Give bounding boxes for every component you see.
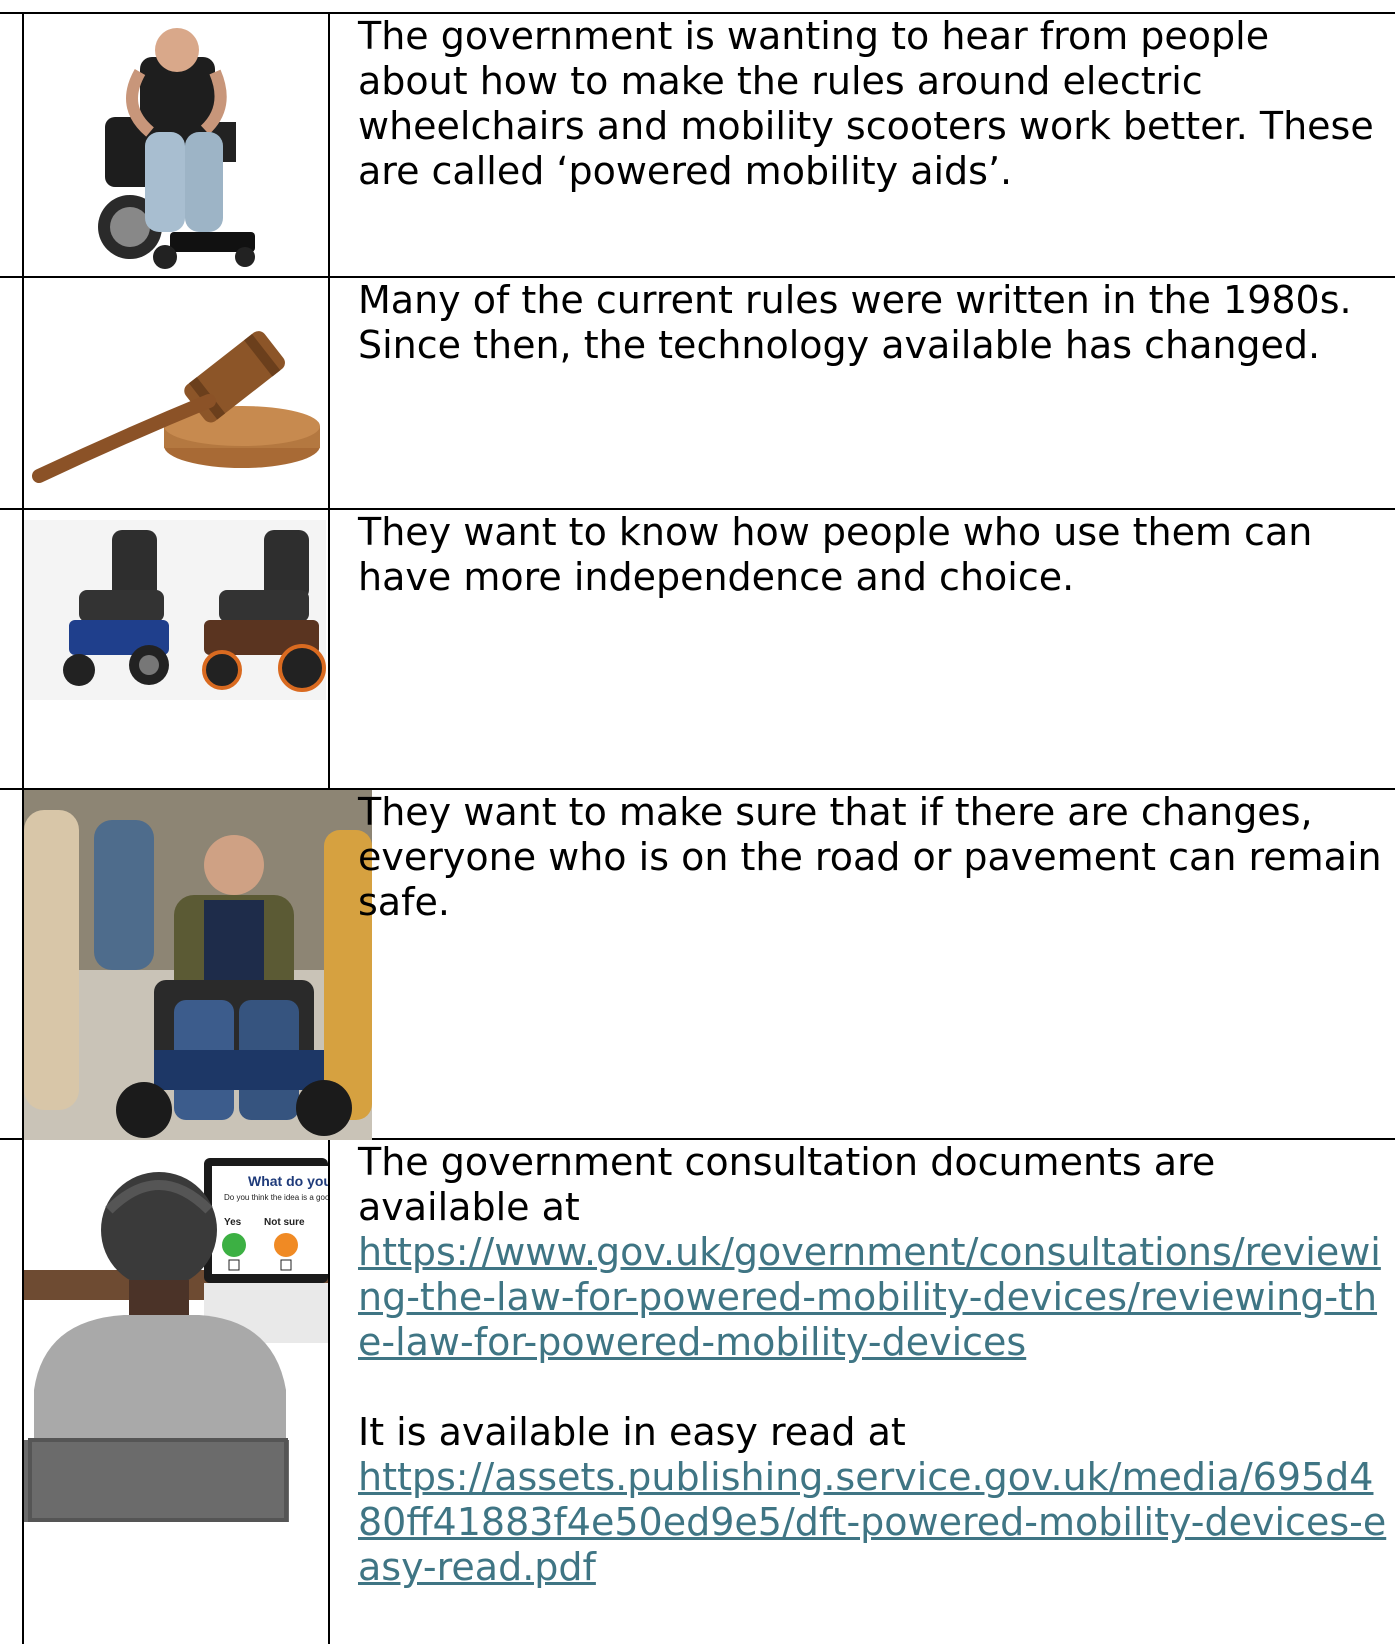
screen-not-sure: Not sure <box>264 1217 305 1228</box>
paragraph: They want to make sure that if there are… <box>358 790 1382 924</box>
row-5-text: The government consultation documents ar… <box>358 1140 1388 1590</box>
survey-computer-icon: What do you Do you think the idea is a g… <box>24 1140 328 1522</box>
content-table: The government is wanting to hear from p… <box>0 0 1395 1644</box>
gavel-icon <box>24 296 324 496</box>
screen-yes: Yes <box>224 1217 242 1228</box>
screen-question: Do you think the idea is a good one? <box>224 1193 328 1202</box>
paragraph: The government is wanting to hear from p… <box>358 14 1374 193</box>
paragraph: Many of the current rules were written i… <box>358 278 1352 367</box>
screen-title: What do you <box>248 1173 328 1189</box>
row-3-text: They want to know how people who use the… <box>358 510 1388 600</box>
row-4-text: They want to make sure that if there are… <box>358 790 1388 925</box>
consultation-link[interactable]: https://www.gov.uk/government/consultati… <box>358 1230 1381 1364</box>
paragraph: They want to know how people who use the… <box>358 510 1313 599</box>
street-wheelchair-icon <box>24 790 372 1140</box>
wheelchair-user-icon <box>90 12 270 276</box>
paragraph: The government consultation documents ar… <box>358 1140 1216 1229</box>
row-2-text: Many of the current rules were written i… <box>358 278 1388 368</box>
powered-wheelchairs-icon <box>24 520 326 700</box>
row-1-text: The government is wanting to hear from p… <box>358 14 1388 194</box>
paragraph: It is available in easy read at <box>358 1410 906 1454</box>
easy-read-link[interactable]: https://assets.publishing.service.gov.uk… <box>358 1455 1386 1589</box>
